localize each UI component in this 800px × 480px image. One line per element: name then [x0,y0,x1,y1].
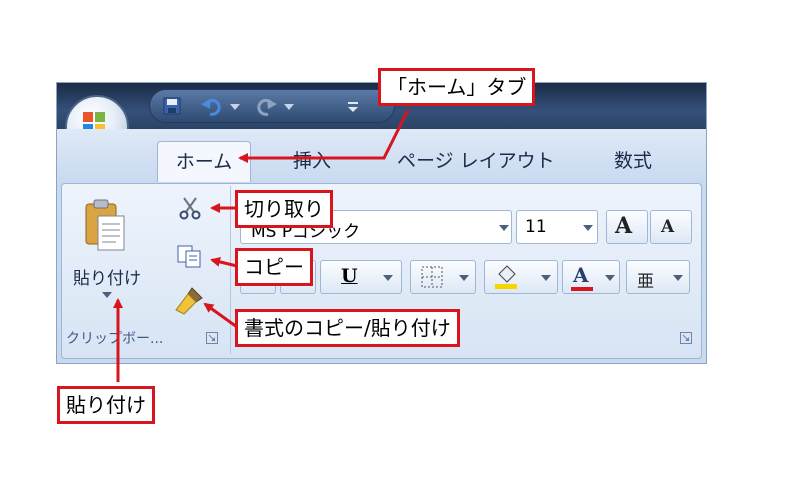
callout-home-tab: 「ホーム」タブ [378,68,536,106]
callout-cut: 切り取り [235,190,333,228]
copy-arrow [210,257,238,268]
callout-format-painter: 書式のコピー/貼り付け [235,309,460,347]
format-painter-arrow [203,302,238,329]
callout-paste: 貼り付け [57,386,155,424]
home-tab-arrow [238,109,410,163]
callout-copy: コピー [235,248,313,286]
